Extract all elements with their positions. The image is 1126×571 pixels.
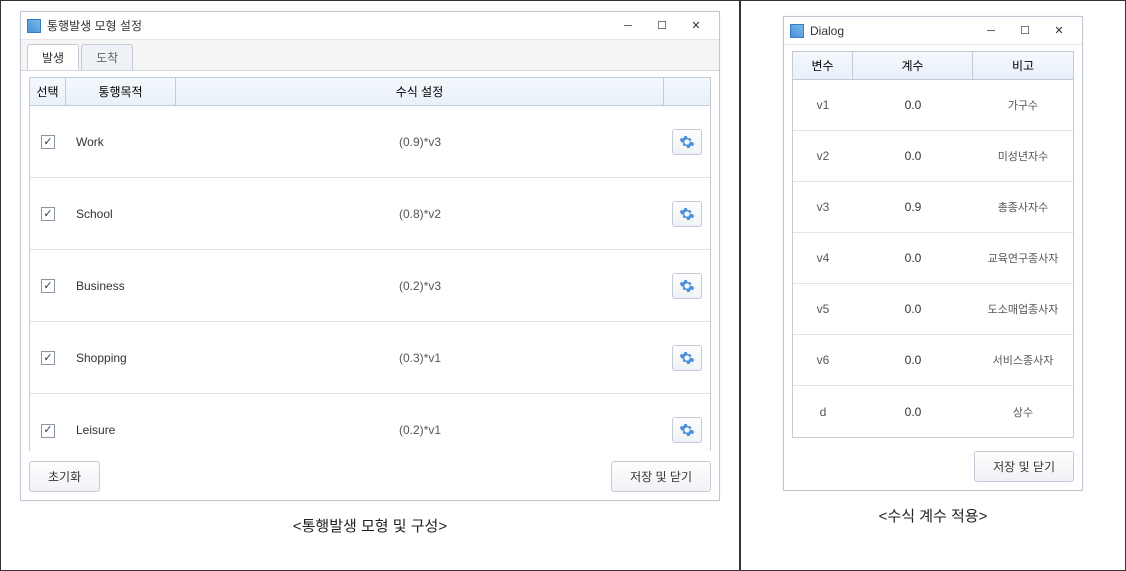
gear-icon (679, 422, 695, 438)
save-close-button[interactable]: 저장 및 닫기 (974, 451, 1074, 482)
footer: 초기화 저장 및 닫기 (21, 451, 719, 500)
col-note: 비고 (973, 52, 1073, 79)
right-panel: Dialog ─ ☐ ✕ 변수 계수 비고 v1 0.0 가구수 v2 (740, 0, 1126, 571)
window-title: 통행발생 모형 설정 (47, 17, 611, 34)
table-row: School (0.8)*v2 (30, 178, 710, 250)
cell-note: 서비스종사자 (973, 352, 1073, 368)
reset-button[interactable]: 초기화 (29, 461, 100, 492)
col-action (664, 78, 710, 105)
maximize-button[interactable]: ☐ (1008, 20, 1042, 42)
app-icon (27, 19, 41, 33)
row-purpose: Work (66, 135, 176, 149)
table-row: v6 0.0 서비스종사자 (793, 335, 1073, 386)
titlebar: Dialog ─ ☐ ✕ (784, 17, 1082, 45)
cell-variable: v6 (793, 353, 853, 367)
cell-coefficient[interactable]: 0.0 (853, 149, 973, 163)
cell-note: 도소매업종사자 (973, 301, 1073, 317)
gear-icon (679, 206, 695, 222)
gear-icon (679, 278, 695, 294)
footer: 저장 및 닫기 (784, 441, 1082, 490)
table-row: v5 0.0 도소매업종사자 (793, 284, 1073, 335)
row-checkbox[interactable] (41, 135, 55, 149)
col-variable: 변수 (793, 52, 853, 79)
row-checkbox[interactable] (41, 207, 55, 221)
table-row: Shopping (0.3)*v1 (30, 322, 710, 394)
cell-coefficient[interactable]: 0.0 (853, 353, 973, 367)
row-checkbox[interactable] (41, 351, 55, 365)
close-button[interactable]: ✕ (1042, 20, 1076, 42)
coefficient-dialog-window: Dialog ─ ☐ ✕ 변수 계수 비고 v1 0.0 가구수 v2 (783, 16, 1083, 491)
edit-formula-button[interactable] (672, 273, 702, 299)
table-header: 선택 통행목적 수식 설정 (29, 77, 711, 106)
table-row: d 0.0 상수 (793, 386, 1073, 437)
row-checkbox[interactable] (41, 424, 55, 438)
row-purpose: School (66, 207, 176, 221)
cell-coefficient[interactable]: 0.0 (853, 405, 973, 419)
table-row: v2 0.0 미성년자수 (793, 131, 1073, 182)
table-row: v1 0.0 가구수 (793, 80, 1073, 131)
table-row: Leisure (0.2)*v1 (30, 394, 710, 451)
row-purpose: Leisure (66, 423, 176, 437)
table-row: Business (0.2)*v3 (30, 250, 710, 322)
right-caption: <수식 계수 적용> (879, 505, 988, 526)
tab-strip: 발생 도착 (21, 40, 719, 71)
content-area: 변수 계수 비고 v1 0.0 가구수 v2 0.0 미성년자수 v3 0.9 (784, 45, 1082, 441)
cell-note: 상수 (973, 404, 1073, 420)
cell-note: 미성년자수 (973, 148, 1073, 164)
minimize-button[interactable]: ─ (974, 20, 1008, 42)
left-caption: <통행발생 모형 및 구성> (293, 515, 447, 536)
table-row: v3 0.9 총종사자수 (793, 182, 1073, 233)
save-close-button[interactable]: 저장 및 닫기 (611, 461, 711, 492)
cell-coefficient[interactable]: 0.0 (853, 98, 973, 112)
table-row: v4 0.0 교육연구종사자 (793, 233, 1073, 284)
row-formula: (0.2)*v1 (176, 423, 664, 437)
row-formula: (0.8)*v2 (176, 207, 664, 221)
cell-variable: v5 (793, 302, 853, 316)
cell-coefficient[interactable]: 0.9 (853, 200, 973, 214)
edit-formula-button[interactable] (672, 417, 702, 443)
col-coefficient: 계수 (853, 52, 973, 79)
row-formula: (0.9)*v3 (176, 135, 664, 149)
cell-note: 교육연구종사자 (973, 250, 1073, 266)
row-formula: (0.3)*v1 (176, 351, 664, 365)
cell-coefficient[interactable]: 0.0 (853, 302, 973, 316)
app-icon (790, 24, 804, 38)
row-list: Work (0.9)*v3 School (0.8)*v2 (29, 106, 711, 451)
model-settings-window: 통행발생 모형 설정 ─ ☐ ✕ 발생 도착 선택 통행목적 수식 설정 (20, 11, 720, 501)
cell-variable: v4 (793, 251, 853, 265)
row-purpose: Business (66, 279, 176, 293)
cell-variable: v3 (793, 200, 853, 214)
edit-formula-button[interactable] (672, 345, 702, 371)
dialog-table-body: v1 0.0 가구수 v2 0.0 미성년자수 v3 0.9 총종사자수 v4 … (792, 80, 1074, 438)
row-purpose: Shopping (66, 351, 176, 365)
cell-variable: v2 (793, 149, 853, 163)
dialog-table-header: 변수 계수 비고 (792, 51, 1074, 80)
titlebar: 통행발생 모형 설정 ─ ☐ ✕ (21, 12, 719, 40)
tab-generation[interactable]: 발생 (27, 44, 79, 70)
col-formula: 수식 설정 (176, 78, 664, 105)
close-button[interactable]: ✕ (679, 15, 713, 37)
cell-note: 총종사자수 (973, 199, 1073, 215)
row-checkbox[interactable] (41, 279, 55, 293)
content-area: 선택 통행목적 수식 설정 Work (0.9)*v3 (21, 71, 719, 451)
cell-note: 가구수 (973, 97, 1073, 113)
col-purpose: 통행목적 (66, 78, 176, 105)
edit-formula-button[interactable] (672, 129, 702, 155)
table-row: Work (0.9)*v3 (30, 106, 710, 178)
col-select: 선택 (30, 78, 66, 105)
cell-coefficient[interactable]: 0.0 (853, 251, 973, 265)
cell-variable: v1 (793, 98, 853, 112)
maximize-button[interactable]: ☐ (645, 15, 679, 37)
edit-formula-button[interactable] (672, 201, 702, 227)
window-title: Dialog (810, 24, 974, 38)
row-formula: (0.2)*v3 (176, 279, 664, 293)
left-panel: 통행발생 모형 설정 ─ ☐ ✕ 발생 도착 선택 통행목적 수식 설정 (0, 0, 740, 571)
gear-icon (679, 134, 695, 150)
gear-icon (679, 350, 695, 366)
tab-arrival[interactable]: 도착 (81, 44, 133, 70)
window-controls: ─ ☐ ✕ (974, 20, 1076, 42)
minimize-button[interactable]: ─ (611, 15, 645, 37)
window-controls: ─ ☐ ✕ (611, 15, 713, 37)
cell-variable: d (793, 405, 853, 419)
